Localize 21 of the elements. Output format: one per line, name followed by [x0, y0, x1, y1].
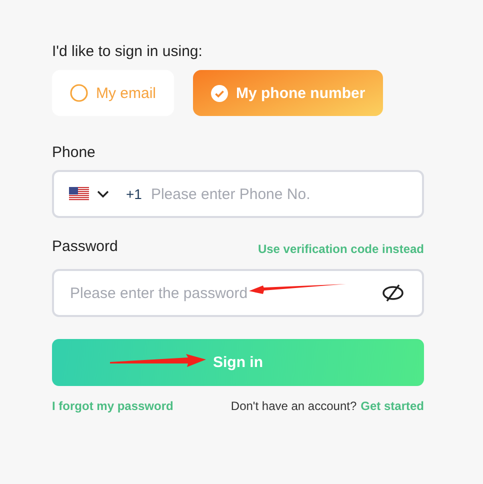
sign-in-button[interactable]: Sign in	[52, 339, 424, 386]
sign-in-method-option[interactable]: My phone number	[193, 70, 384, 116]
password-label: Password	[52, 238, 118, 256]
get-started-link[interactable]: Get started	[360, 399, 424, 413]
no-account-text: Don't have an account?	[230, 399, 357, 413]
phone-number-input[interactable]: Please enter Phone No.	[150, 186, 422, 202]
password-input[interactable]: Please enter the password	[70, 284, 382, 302]
phone-field[interactable]: +1 Please enter Phone No.	[52, 170, 424, 218]
eye-slash-icon[interactable]	[382, 284, 404, 302]
password-field[interactable]: Please enter the password	[52, 269, 424, 317]
check-circle-icon	[211, 84, 228, 102]
flag-icon	[69, 187, 89, 201]
sign-in-method-option[interactable]: My email	[52, 70, 174, 116]
sign-in-prompt: I'd like to sign in using:	[52, 43, 204, 61]
phone-label: Phone	[52, 144, 96, 162]
country-code: +1	[126, 186, 142, 202]
country-selector[interactable]	[69, 187, 109, 201]
chevron-down-icon	[97, 190, 109, 198]
forgot-password-link[interactable]: I forgot my password	[52, 399, 174, 413]
radio-circle-icon	[70, 84, 88, 102]
verification-code-link[interactable]: Use verification code instead	[258, 242, 424, 256]
